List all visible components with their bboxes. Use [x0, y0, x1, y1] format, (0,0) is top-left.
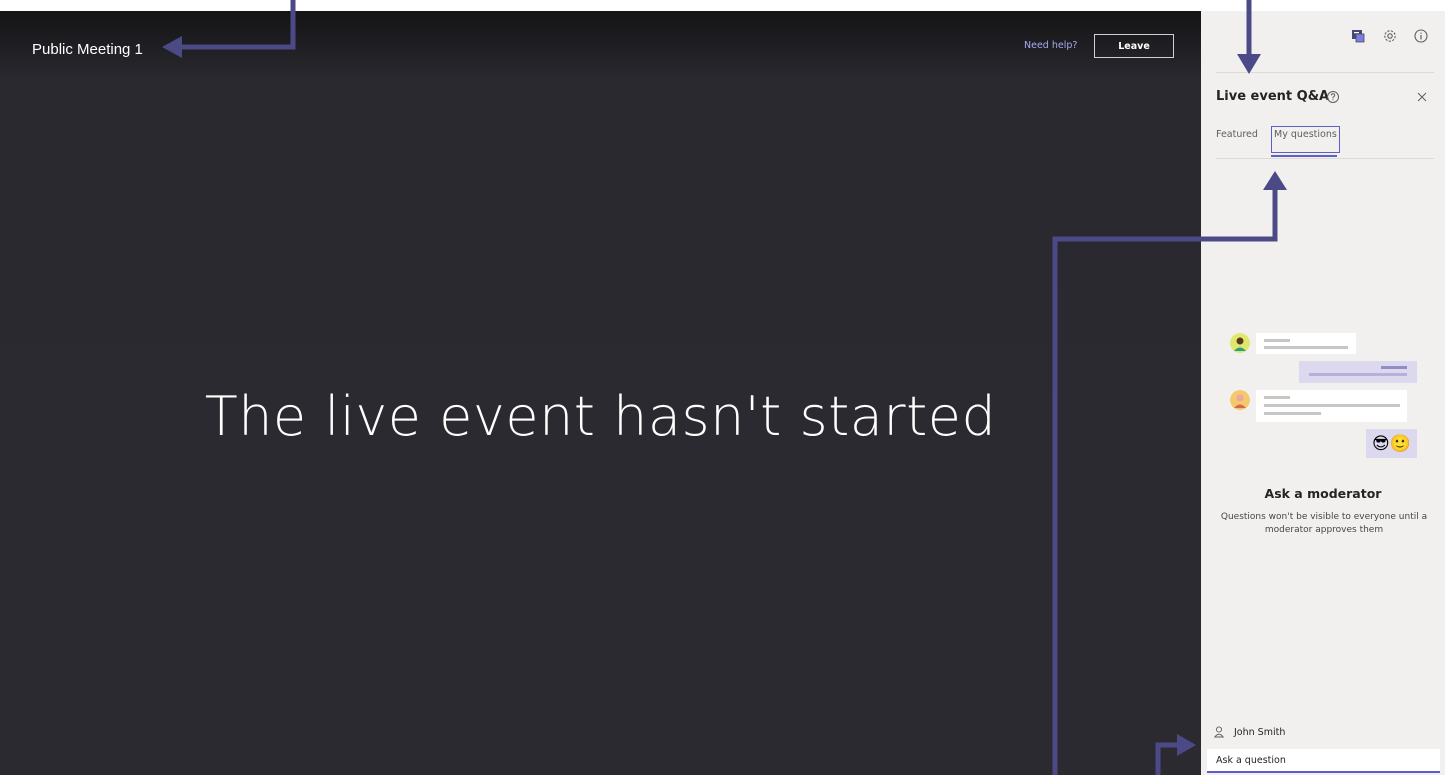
active-tab-indicator: [1271, 155, 1337, 157]
empty-state-title: Ask a moderator: [1264, 486, 1382, 501]
close-icon[interactable]: [1416, 91, 1428, 103]
bubble-line: [1264, 404, 1400, 407]
leave-button[interactable]: Leave: [1094, 34, 1174, 58]
bubble-line: [1381, 366, 1407, 369]
tabs-divider: [1216, 158, 1434, 159]
bubble-line: [1264, 396, 1290, 399]
user-name: John Smith: [1234, 726, 1286, 738]
event-stage: Public Meeting 1 Need help? Leave The li…: [0, 11, 1201, 775]
avatar-icon: [1230, 390, 1250, 410]
event-status-headline: The live event hasn't started: [204, 385, 997, 448]
chat-bubble-reply: [1299, 361, 1417, 383]
bubble-line: [1309, 373, 1407, 376]
bubble-line: [1264, 339, 1290, 342]
info-icon[interactable]: [1413, 28, 1429, 44]
chat-bubble: [1256, 333, 1356, 354]
tab-featured[interactable]: Featured: [1216, 129, 1258, 140]
avatar-icon: [1230, 333, 1250, 353]
ask-question-input[interactable]: [1207, 749, 1440, 773]
tab-my-questions[interactable]: My questions: [1271, 126, 1340, 153]
bubble-line: [1264, 412, 1321, 415]
current-user: John Smith: [1214, 724, 1285, 740]
need-help-link[interactable]: Need help?: [1024, 40, 1077, 51]
bubble-line: [1264, 346, 1348, 349]
emoji-bubble: 😎🙂: [1366, 429, 1417, 458]
panel-header-divider: [1216, 72, 1434, 73]
screenshot-root: Public Meeting 1 Need help? Leave The li…: [0, 0, 1445, 775]
help-icon[interactable]: [1326, 90, 1340, 104]
meeting-title: Public Meeting 1: [32, 41, 143, 58]
qa-icon[interactable]: [1350, 28, 1366, 44]
person-icon: [1214, 726, 1224, 738]
empty-state-subtitle: Questions won't be visible to everyone u…: [1220, 512, 1428, 535]
gear-icon[interactable]: [1382, 28, 1398, 44]
qa-panel-title: Live event Q&A: [1216, 89, 1330, 104]
